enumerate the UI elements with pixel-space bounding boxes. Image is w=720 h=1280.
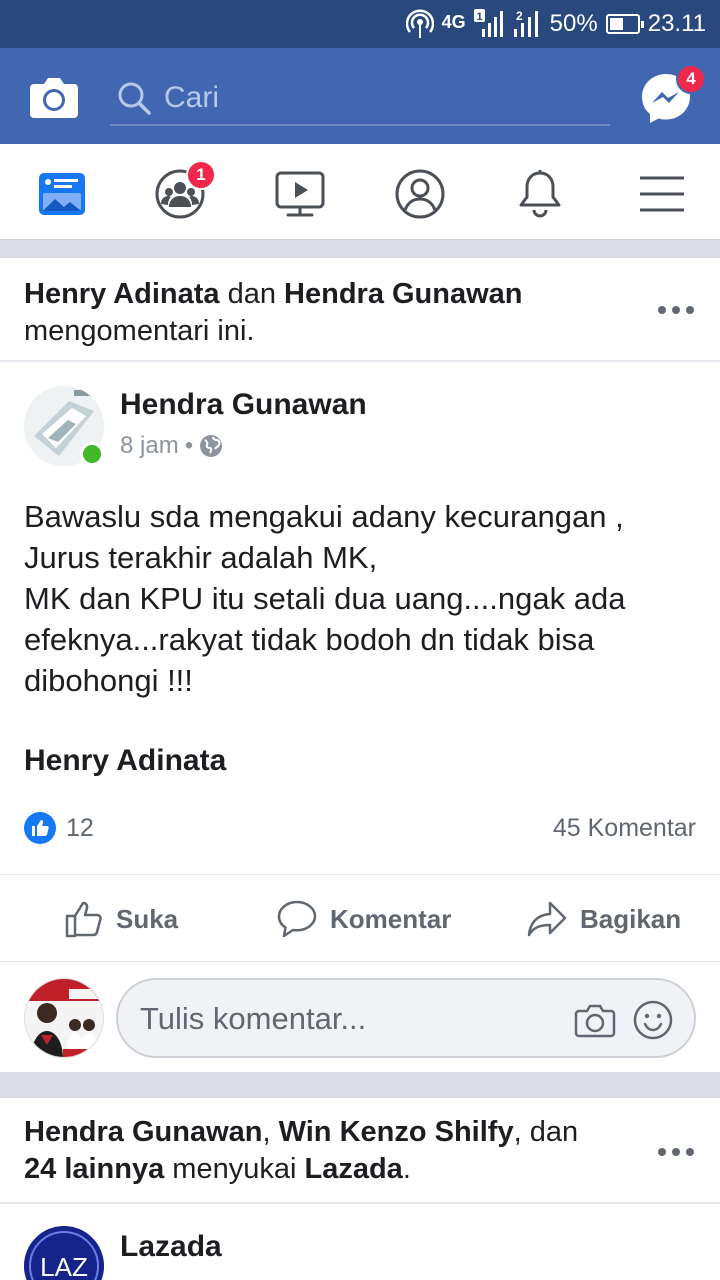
story-separator: , dan (513, 1116, 579, 1148)
tab-watch[interactable] (274, 168, 326, 220)
more-options-icon[interactable] (658, 1142, 694, 1162)
like-label: Suka (116, 903, 179, 934)
feed-post: Hendra Gunawan, Win Kenzo Shilfy, dan 24… (0, 1098, 720, 1280)
thumbs-up-icon (65, 901, 102, 938)
comment-label: Komentar (330, 903, 452, 934)
story-header: Hendra Gunawan, Win Kenzo Shilfy, dan 24… (0, 1098, 720, 1188)
friends-badge: 1 (186, 160, 216, 190)
share-button[interactable]: Bagikan (526, 875, 681, 963)
story-page[interactable]: Lazada (304, 1153, 402, 1185)
battery-icon (605, 14, 644, 34)
battery-percent: 50% (549, 10, 598, 37)
post-signature: Henry Adinata (24, 744, 227, 777)
like-count: 12 (66, 813, 94, 842)
sim2-label: 2 (516, 9, 523, 23)
more-options-icon[interactable] (658, 300, 694, 320)
clock: 23.11 (647, 10, 706, 37)
tab-notifications[interactable] (514, 168, 566, 220)
story-action: mengomentari ini. (24, 315, 255, 347)
lazada-logo-text: LAZ (40, 1252, 88, 1280)
meta-separator: • (184, 432, 194, 459)
like-reaction-icon (24, 812, 56, 844)
search-icon (118, 82, 151, 115)
camera-icon[interactable] (574, 999, 616, 1041)
watch-icon (275, 171, 325, 217)
comment-count[interactable]: 45 Komentar (553, 814, 696, 843)
post-time[interactable]: 8 jam (120, 432, 179, 460)
story-actor-1[interactable]: Henry Adinata (24, 278, 220, 310)
sim1-label: 1 (476, 11, 482, 23)
reaction-summary[interactable]: 12 (24, 812, 94, 844)
post-meta: 8 jam • (120, 432, 223, 460)
messenger-badge: 4 (676, 64, 706, 94)
story-action: menyukai (164, 1153, 305, 1185)
post-text: Bawaslu sda mengakui adany kecurangan , … (24, 499, 626, 698)
status-bar: 4G 1 2 50% 23.11 (0, 0, 720, 48)
news-feed-icon (39, 173, 85, 215)
story-end: . (402, 1153, 411, 1185)
post-actions: Suka Komentar Bagikan (0, 874, 720, 962)
post-author-name[interactable]: Lazada (120, 1230, 222, 1264)
tab-bar (0, 144, 720, 240)
divider (0, 360, 720, 362)
signal-sim2-icon: 2 (512, 9, 542, 39)
user-avatar[interactable] (24, 978, 104, 1058)
story-conjunction: dan (219, 278, 285, 310)
share-icon (527, 901, 567, 937)
comment-button[interactable]: Komentar (276, 875, 451, 963)
top-bar (0, 48, 720, 144)
emoji-icon[interactable] (632, 999, 674, 1041)
profile-icon (395, 169, 445, 219)
comment-composer[interactable] (116, 978, 696, 1058)
story-header: Henry Adinata dan Hendra Gunawan mengome… (0, 258, 720, 350)
story-actor-2[interactable]: Win Kenzo Shilfy (279, 1116, 514, 1148)
online-status-dot (80, 442, 104, 466)
story-others[interactable]: 24 lainnya (24, 1153, 164, 1185)
signal-sim1-icon: 1 (473, 9, 504, 39)
story-actor-1[interactable]: Hendra Gunawan (24, 1116, 263, 1148)
tab-profile[interactable] (394, 168, 446, 220)
globe-icon (200, 435, 223, 457)
like-button[interactable]: Suka (64, 875, 178, 963)
bell-icon (519, 170, 561, 218)
camera-icon[interactable] (28, 70, 80, 122)
tab-news-feed[interactable] (36, 168, 88, 220)
post-author-name[interactable]: Hendra Gunawan (120, 388, 367, 422)
story-actor-2[interactable]: Hendra Gunawan (284, 278, 523, 310)
share-label: Bagikan (580, 903, 682, 934)
network-type: 4G (441, 11, 466, 32)
hotspot-icon (405, 9, 434, 39)
search-bar[interactable] (110, 70, 610, 126)
story-separator: , (262, 1116, 279, 1148)
tab-menu[interactable] (636, 168, 688, 220)
comment-input[interactable] (140, 996, 560, 1042)
divider (0, 1202, 720, 1204)
menu-icon (640, 176, 684, 212)
search-input[interactable] (164, 76, 594, 120)
comment-icon (277, 900, 317, 938)
